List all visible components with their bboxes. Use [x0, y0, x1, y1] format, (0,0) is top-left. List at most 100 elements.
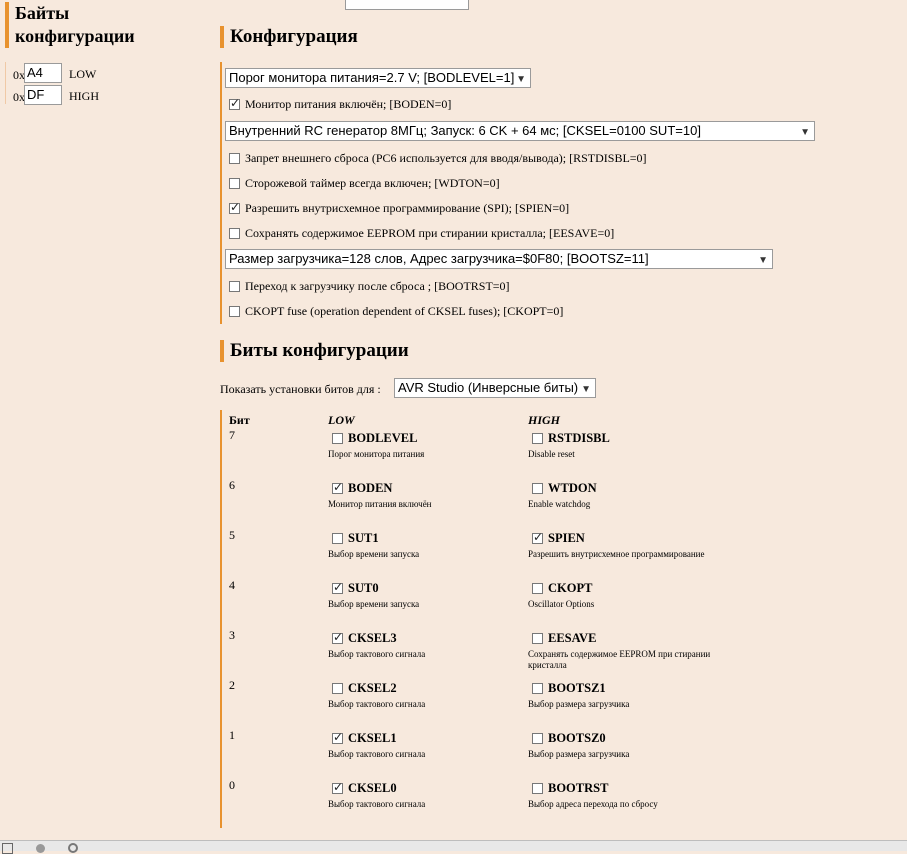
bootrst-checkbox[interactable]	[229, 281, 240, 292]
spien-label: Разрешить внутрисхемное программирование…	[245, 201, 570, 215]
chevron-down-icon: ▼	[516, 74, 526, 85]
bootsz-select[interactable]: Размер загрузчика=128 слов, Адрес загруз…	[225, 249, 773, 269]
bit-eesave-option[interactable]: EESAVE	[532, 631, 596, 646]
bit-bodlevel-option[interactable]: BODLEVEL	[332, 431, 417, 446]
bodlevel-select-value: Порог монитора питания=2.7 V; [BODLEVEL=…	[229, 70, 515, 85]
bit-number: 0	[229, 778, 235, 792]
bit-boden-option[interactable]: BODEN	[332, 480, 393, 496]
bit-number: 2	[229, 678, 235, 692]
wdton-label: Сторожевой таймер всегда включен; [WDTON…	[245, 176, 500, 190]
config-title: Конфигурация	[220, 26, 358, 48]
spien-option[interactable]: Разрешить внутрисхемное программирование…	[229, 200, 570, 216]
bit-sut1-option[interactable]: SUT1	[332, 531, 379, 546]
bit-ckopt-checkbox[interactable]	[532, 583, 543, 594]
bit-description: Выбор времени запуска	[328, 599, 420, 609]
bit-description: Выбор адреса перехода по сбросу	[528, 799, 658, 809]
chevron-down-icon: ▼	[758, 255, 768, 266]
rstdisbl-label: Запрет внешнего сброса (PC6 используется…	[245, 151, 647, 165]
bit-number: 5	[229, 528, 235, 542]
cksel-select[interactable]: Внутренний RC генератор 8МГц; Запуск: 6 …	[225, 121, 815, 141]
rstdisbl-checkbox[interactable]	[229, 153, 240, 164]
ckopt-label: CKOPT fuse (operation dependent of CKSEL…	[245, 304, 564, 318]
pencil-icon[interactable]	[36, 844, 45, 853]
bit-description: Enable watchdog	[528, 499, 591, 509]
bit-ckopt-option[interactable]: CKOPT	[532, 581, 592, 596]
bit-name: CKSEL2	[348, 681, 397, 695]
bit-name: SUT1	[348, 531, 379, 545]
bits-mode-select[interactable]: AVR Studio (Инверсные биты) ▼	[394, 378, 596, 398]
bit-eesave-checkbox[interactable]	[532, 633, 543, 644]
bit-cksel2-checkbox[interactable]	[332, 683, 343, 694]
bit-name: SUT0	[348, 581, 379, 595]
bit-description: Выбор тактового сигнала	[328, 749, 426, 759]
bit-name: BOOTRST	[548, 781, 609, 795]
bit-description: Выбор времени запуска	[328, 549, 420, 559]
high-byte-input[interactable]: DF	[24, 85, 62, 105]
bit-cksel1-option[interactable]: CKSEL1	[332, 730, 397, 746]
bit-sut0-checkbox[interactable]	[332, 580, 343, 594]
bit-wtdon-option[interactable]: WTDON	[532, 481, 597, 496]
status-bar	[0, 840, 907, 851]
rstdisbl-option[interactable]: Запрет внешнего сброса (PC6 используется…	[229, 151, 647, 166]
bit-spien-option[interactable]: SPIEN	[532, 530, 585, 546]
boden-checkbox[interactable]	[229, 96, 240, 110]
bit-number: 1	[229, 728, 235, 742]
boden-option[interactable]: Монитор питания включён; [BODEN=0]	[229, 96, 452, 112]
bit-description: Выбор тактового сигнала	[328, 699, 426, 709]
low-byte-label: LOW	[69, 67, 97, 81]
col-bit-header: Бит	[229, 413, 250, 427]
bootrst-option[interactable]: Переход к загрузчику после сброса ; [BOO…	[229, 279, 510, 294]
bootsz-select-value: Размер загрузчика=128 слов, Адрес загруз…	[229, 251, 649, 266]
bit-bootrst-checkbox[interactable]	[532, 783, 543, 794]
bit-bootsz1-option[interactable]: BOOTSZ1	[532, 681, 606, 696]
col-low-header: LOW	[328, 413, 355, 427]
ckopt-option[interactable]: CKOPT fuse (operation dependent of CKSEL…	[229, 304, 563, 319]
bit-cksel1-checkbox[interactable]	[332, 730, 343, 744]
bits-mode-select-value: AVR Studio (Инверсные биты)	[398, 380, 579, 395]
chevron-down-icon: ▼	[581, 384, 591, 395]
bit-name: CKSEL3	[348, 631, 397, 645]
bit-sut1-checkbox[interactable]	[332, 533, 343, 544]
eesave-label: Сохранять содержимое EEPROM при стирании…	[245, 226, 615, 240]
show-settings-label: Показать установки битов для :	[220, 382, 381, 396]
bit-number: 4	[229, 578, 235, 592]
left-divider	[5, 62, 6, 104]
wdton-option[interactable]: Сторожевой таймер всегда включен; [WDTON…	[229, 176, 500, 191]
globe-icon[interactable]	[68, 843, 78, 853]
bit-sut0-option[interactable]: SUT0	[332, 580, 379, 596]
boden-label: Монитор питания включён; [BODEN=0]	[245, 97, 452, 111]
bit-bootsz0-checkbox[interactable]	[532, 733, 543, 744]
bodlevel-select[interactable]: Порог монитора питания=2.7 V; [BODLEVEL=…	[225, 68, 531, 88]
bit-name: CKSEL1	[348, 731, 397, 745]
eesave-option[interactable]: Сохранять содержимое EEPROM при стирании…	[229, 226, 614, 241]
wdton-checkbox[interactable]	[229, 178, 240, 189]
bit-name: BODEN	[348, 481, 393, 495]
bit-cksel0-checkbox[interactable]	[332, 780, 343, 794]
ckopt-checkbox[interactable]	[229, 306, 240, 317]
low-byte-input[interactable]: A4	[24, 63, 62, 83]
bit-cksel3-checkbox[interactable]	[332, 630, 343, 644]
bit-bootsz0-option[interactable]: BOOTSZ0	[532, 731, 606, 746]
bits-bar	[220, 410, 222, 828]
bit-cksel3-option[interactable]: CKSEL3	[332, 630, 397, 646]
chevron-down-icon: ▼	[800, 127, 810, 138]
bit-bodlevel-checkbox[interactable]	[332, 433, 343, 444]
bit-description: Выбор размера загрузчика	[528, 749, 630, 759]
page-icon[interactable]	[2, 843, 13, 854]
config-bar	[220, 62, 222, 324]
spien-checkbox[interactable]	[229, 200, 240, 214]
clipped-top-select[interactable]	[345, 0, 469, 10]
bit-rstdisbl-option[interactable]: RSTDISBL	[532, 431, 610, 446]
bit-rstdisbl-checkbox[interactable]	[532, 433, 543, 444]
bit-bootsz1-checkbox[interactable]	[532, 683, 543, 694]
bit-spien-checkbox[interactable]	[532, 530, 543, 544]
bit-cksel2-option[interactable]: CKSEL2	[332, 681, 397, 696]
bit-cksel0-option[interactable]: CKSEL0	[332, 780, 397, 796]
bit-description: Монитор питания включён	[328, 499, 432, 509]
bit-bootrst-option[interactable]: BOOTRST	[532, 781, 608, 796]
bit-name: CKOPT	[548, 581, 593, 595]
bit-boden-checkbox[interactable]	[332, 480, 343, 494]
bit-description: Разрешить внутрисхемное программирование	[528, 549, 705, 559]
bit-wtdon-checkbox[interactable]	[532, 483, 543, 494]
eesave-checkbox[interactable]	[229, 228, 240, 239]
